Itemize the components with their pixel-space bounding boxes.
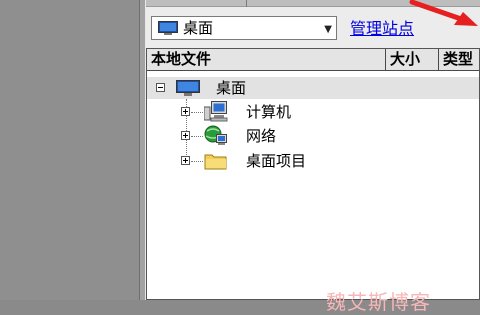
desktop-monitor-icon [176, 80, 200, 101]
tree-item-desktop[interactable]: 桌面 [147, 77, 479, 99]
expand-icon[interactable] [181, 107, 190, 116]
computer-icon [203, 101, 228, 126]
desktop-monitor-icon [158, 21, 178, 40]
annotation-arrow [409, 0, 478, 26]
site-selector-dropdown[interactable]: 桌面 ▼ [151, 16, 337, 40]
tree-item-label: 桌面 [216, 79, 247, 97]
local-files-panel: 本地文件 大小 类型 桌面 计算机 网络 桌面项目 [146, 48, 480, 300]
tab-edge [246, 0, 247, 7]
dropdown-arrow-icon[interactable]: ▼ [324, 24, 332, 35]
column-header-local-files[interactable]: 本地文件 [147, 49, 386, 70]
tree-item-desktop-items[interactable]: 桌面项目 [147, 150, 479, 172]
pane-splitter[interactable] [139, 0, 146, 300]
site-selector-value: 桌面 [183, 19, 214, 37]
manage-sites-link[interactable]: 管理站点 [350, 19, 414, 39]
collapse-icon[interactable] [156, 83, 165, 92]
tree-item-computer[interactable]: 计算机 [147, 101, 479, 123]
column-header-type[interactable]: 类型 [439, 49, 479, 70]
left-pane [0, 0, 139, 300]
tree-item-label: 计算机 [246, 103, 292, 121]
tree-item-network[interactable]: 网络 [147, 125, 479, 147]
tree-item-label: 桌面项目 [246, 152, 307, 170]
tree-item-label: 网络 [246, 127, 277, 145]
expand-icon[interactable] [181, 131, 190, 140]
expand-icon[interactable] [181, 156, 190, 165]
file-list-header: 本地文件 大小 类型 [147, 49, 479, 71]
network-globe-icon [204, 125, 228, 150]
column-header-size[interactable]: 大小 [386, 49, 439, 70]
files-pane: 桌面 ▼ 管理站点 本地文件 大小 类型 桌面 计算机 网络 桌面项目 魏艾斯博… [146, 0, 480, 314]
folder-icon [204, 152, 228, 174]
watermark-text: 魏艾斯博客 [326, 290, 431, 314]
